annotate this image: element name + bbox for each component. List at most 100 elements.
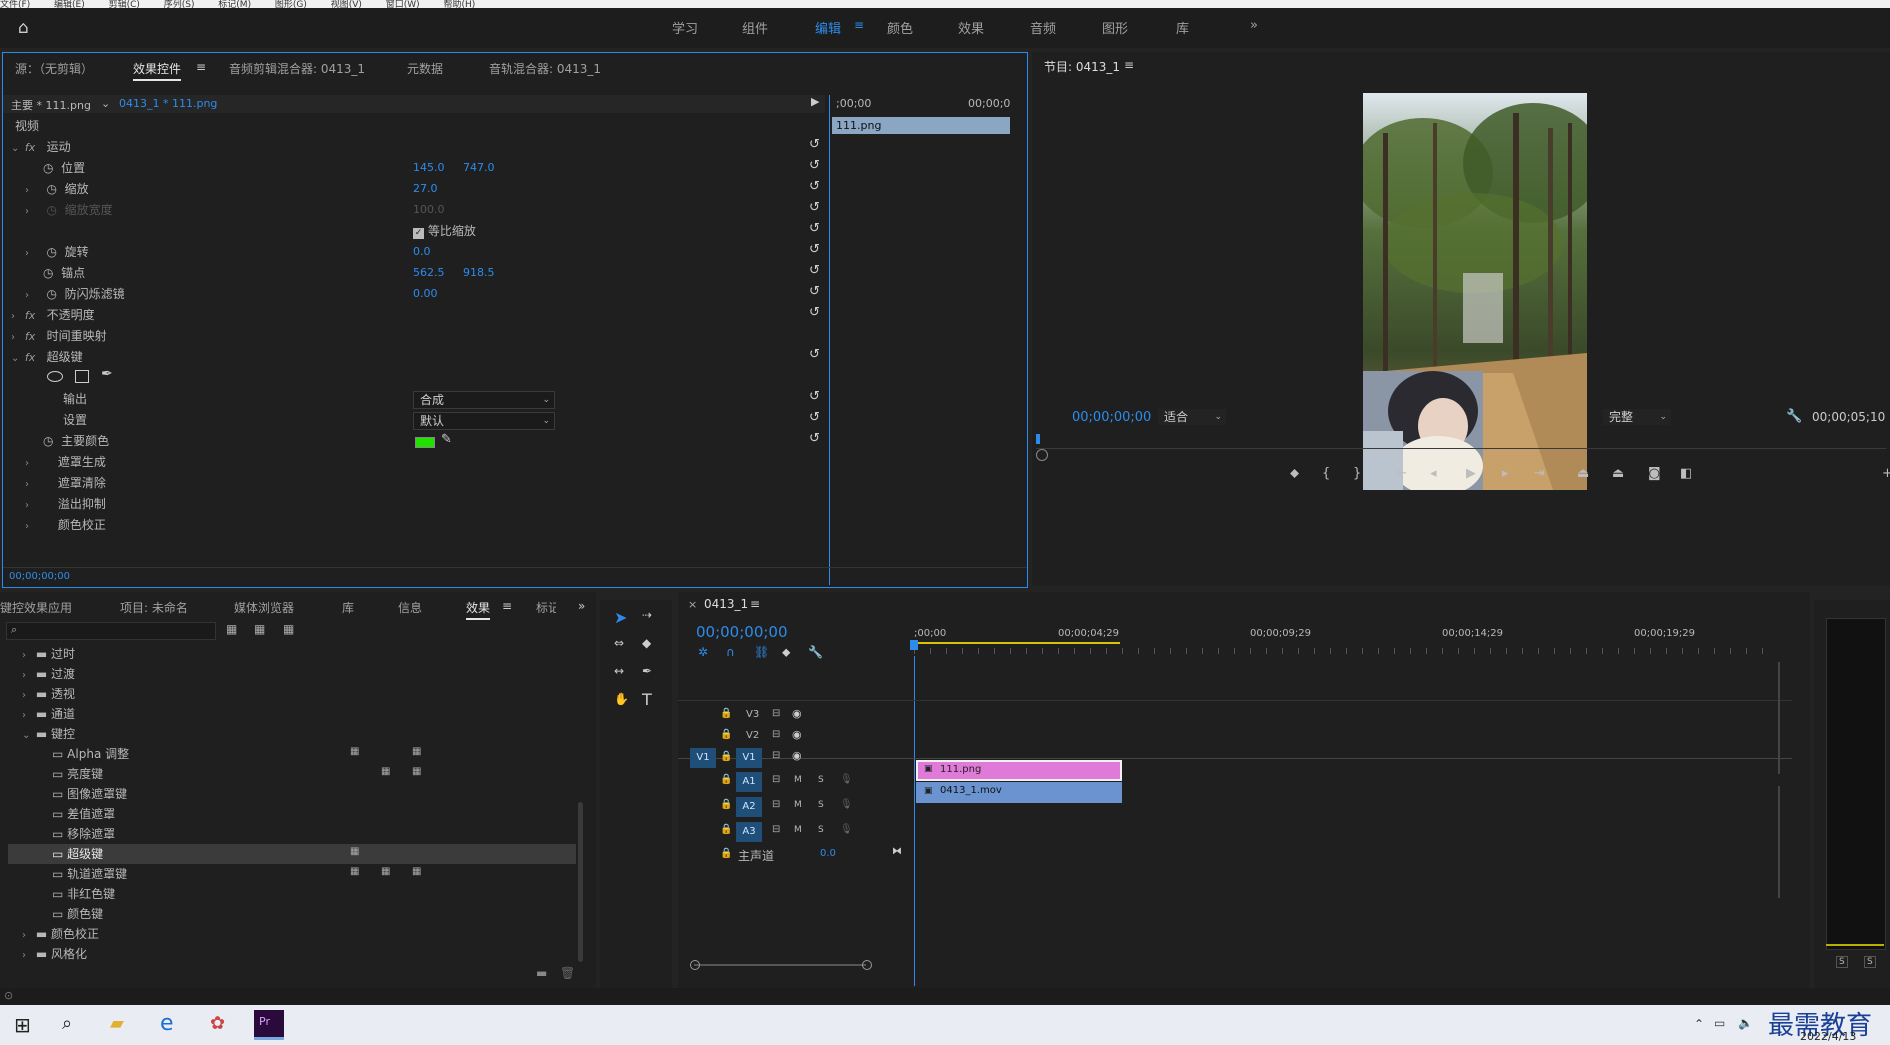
sync-lock-icon[interactable]: ⊟ [772,799,780,810]
chevron-right-icon[interactable]: › [25,475,35,495]
output-select[interactable]: 合成 ⌄ [413,391,555,409]
panel-menu-icon[interactable]: ≡ [502,599,512,613]
timeline-zoom-scrollbar[interactable] [694,964,866,966]
reset-icon[interactable]: ↺ [809,431,820,446]
compare-view-icon[interactable]: ◧ [1680,466,1692,481]
settings-select[interactable]: 默认 ⌄ [413,412,555,430]
chevron-down-icon[interactable]: ⌄ [11,139,21,159]
extract-icon[interactable]: ⏏ [1612,466,1624,481]
panel-menu-icon[interactable]: ≡ [750,597,760,611]
spill-suppression-row[interactable]: › 溢出抑制 [25,494,106,514]
tab-source[interactable]: 源：（无剪辑） [15,60,93,77]
close-icon[interactable]: × [688,598,697,611]
clip-v1[interactable]: ▣ 0413_1.mov [916,782,1122,803]
tree-effect[interactable]: ▭ Alpha 调整 [52,744,129,764]
pen-tool-icon[interactable]: ✒ [642,664,652,678]
home-icon[interactable]: ⌂ [18,18,29,38]
reset-icon[interactable]: ↺ [809,137,820,152]
track-label[interactable]: V2 [746,730,759,741]
chevron-right-icon[interactable]: › [25,454,35,474]
wrench-icon[interactable]: 🔧 [1786,409,1802,424]
timeline-ruler[interactable]: ;00;00 00;00;04;29 00;00;09;29 00;00;14;… [910,628,1770,656]
fx-icon[interactable]: fx [25,351,35,364]
nest-icon[interactable]: ✲ [698,645,708,659]
scale-value[interactable]: 27.0 [413,179,438,199]
tree-folder[interactable]: › ▬ 颜色校正 [22,924,99,944]
edge-browser-icon[interactable]: e [160,1011,174,1036]
tab-project[interactable]: 项目: 未命名 [120,599,188,616]
stopwatch-icon[interactable]: ◷ [43,161,53,175]
playhead[interactable] [910,640,918,650]
slip-tool-icon[interactable]: ↔ [614,664,624,678]
chevron-right-icon[interactable]: › [25,496,35,516]
tab-audio-track-mixer[interactable]: 音轨混合器: 0413_1 [489,60,601,77]
chevron-right-icon[interactable]: › [25,286,35,306]
tree-effect[interactable]: ▭ 图像遮罩键 [52,784,127,804]
reset-icon[interactable]: ↺ [809,221,820,236]
tree-folder[interactable]: › ▬ 过时 [22,644,75,664]
network-icon[interactable]: ▭ [1714,1016,1725,1030]
delete-icon[interactable]: 🗑 [560,966,575,980]
fx-ultra-key-row[interactable]: ⌄ fx 超级键 [11,347,83,367]
clip-dropdown-icon[interactable]: ⌄ [101,97,110,110]
tree-effect[interactable]: ▭ 亮度键 [52,764,103,784]
chevron-right-icon[interactable]: › [25,181,35,201]
step-forward-icon[interactable]: ▸ [1502,466,1509,481]
lock-icon[interactable]: 🔒 [720,729,732,740]
program-title[interactable]: 节目: 0413_1 [1044,58,1120,75]
tree-folder[interactable]: › ▬ 风格化 [22,944,87,964]
key-color-swatch[interactable] [415,437,435,448]
track-target-a3[interactable]: A3 [736,822,762,842]
fx-opacity-row[interactable]: › fx 不透明度 [11,305,95,325]
pen-mask-icon[interactable]: ✒ [101,366,113,382]
tab-keying-effects[interactable]: 键控效果应用 [0,599,72,616]
reset-icon[interactable]: ↺ [809,242,820,257]
hand-tool-icon[interactable]: ✋ [614,692,629,706]
timeline-timecode[interactable]: 00;00;00;00 [696,623,788,641]
effect-mini-timeline[interactable]: ;00;00 00;00;0 111.png [829,95,1016,597]
reset-icon[interactable]: ↺ [809,179,820,194]
chevron-down-icon[interactable]: ⌄ [11,349,21,369]
playhead[interactable] [1036,434,1040,444]
solo-button[interactable]: S [818,825,824,835]
rectangle-mask-icon[interactable] [75,370,89,383]
eye-icon[interactable]: ◉ [792,707,802,720]
lock-icon[interactable]: 🔒 [720,799,732,810]
sync-lock-icon[interactable]: ⊟ [772,824,780,835]
yuv-effects-icon[interactable]: ▦ [283,622,294,636]
video-track-scrollbar[interactable] [1778,662,1780,774]
paint-app-icon[interactable]: ✿ [210,1013,225,1034]
search-icon[interactable]: ⌕ [62,1013,72,1034]
play-clip-icon[interactable]: ▶ [811,95,819,108]
ws-menu-icon[interactable]: ≡ [854,18,864,32]
lock-icon[interactable]: 🔒 [720,751,732,762]
effects-scrollbar[interactable] [578,802,583,962]
go-to-out-icon[interactable]: ⇥ [1534,466,1545,481]
panel-menu-icon[interactable]: ≡ [1124,58,1134,72]
32bit-effects-icon[interactable]: ▦ [254,622,265,636]
timeline-settings-icon[interactable]: 🔧 [808,645,823,659]
add-button-icon[interactable]: + [1882,466,1890,481]
eye-icon[interactable]: ◉ [792,728,802,741]
ws-more-icon[interactable]: » [1250,18,1258,33]
matte-cleanup-row[interactable]: › 遮罩清除 [25,473,106,493]
solo-button[interactable]: S [818,775,824,785]
sync-lock-icon[interactable]: ⊟ [772,750,780,761]
track-target-a1[interactable]: A1 [736,772,762,792]
reset-icon[interactable]: ↺ [809,347,820,362]
solo-button[interactable]: S [818,800,824,810]
fit-select[interactable]: 适合 ⌄ [1158,409,1226,425]
fx-icon[interactable]: fx [25,309,35,322]
sync-lock-icon[interactable]: ⊟ [772,774,780,785]
track-target-a2[interactable]: A2 [736,797,762,817]
matte-generation-row[interactable]: › 遮罩生成 [25,452,106,472]
play-icon[interactable]: ▶ [1466,466,1476,481]
stopwatch-icon[interactable]: ◷ [46,245,56,259]
mute-button[interactable]: M [794,800,802,810]
add-marker-icon[interactable]: ⬥ [782,645,790,660]
ws-tab-assembly[interactable]: 组件 [742,18,768,37]
mute-button[interactable]: M [794,825,802,835]
position-y-value[interactable]: 747.0 [463,158,495,178]
microphone-icon[interactable]: 🎙 [840,824,853,835]
chevron-right-icon[interactable]: › [25,244,35,264]
